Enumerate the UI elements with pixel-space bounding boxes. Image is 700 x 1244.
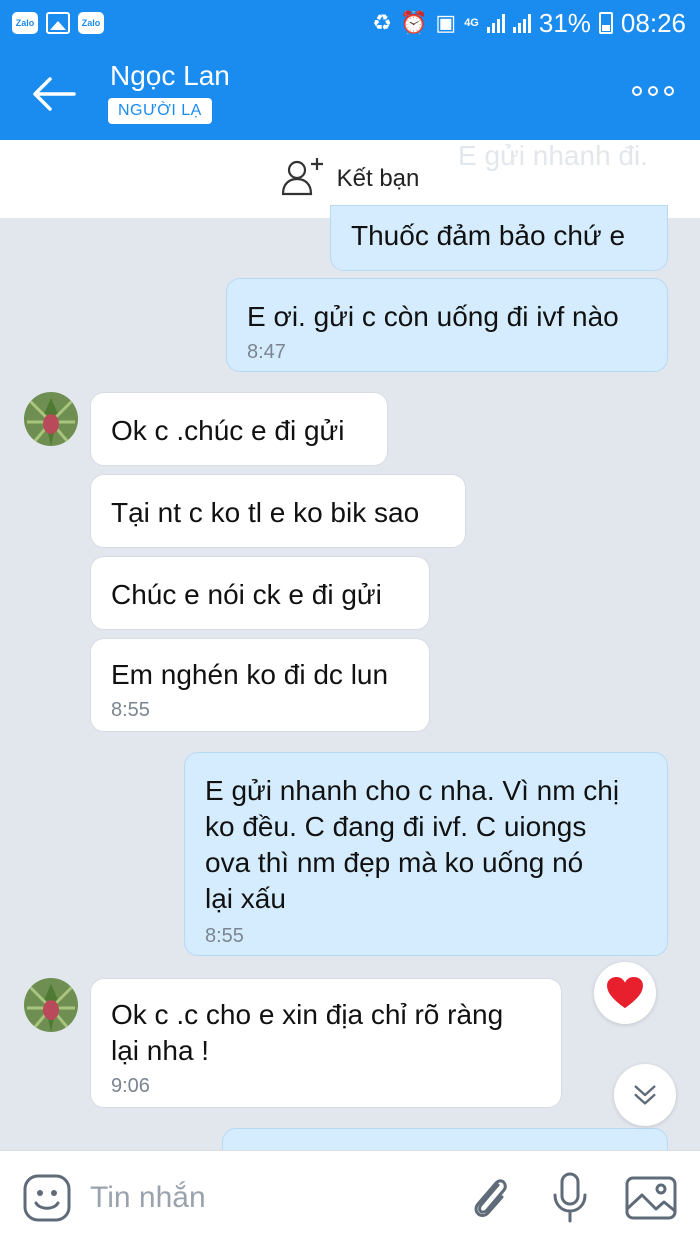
message-bubble-incoming[interactable]: Ok c .chúc e đi gửi <box>90 392 388 466</box>
message-text-line: ova thì nm đẹp mà ko uống nó <box>205 847 584 878</box>
clock: 08:26 <box>620 7 686 38</box>
battery-percent: 31% <box>538 7 591 38</box>
message-time: 8:47 <box>247 341 286 363</box>
add-friend-icon <box>281 156 325 203</box>
avatar[interactable] <box>24 978 78 1032</box>
message-bubble-incoming[interactable]: Tại nt c ko tl e ko bik sao <box>90 474 466 548</box>
image-icon[interactable] <box>624 1175 678 1221</box>
network-type: 4G <box>464 16 479 29</box>
recycle-icon: ♻ <box>372 10 392 35</box>
status-bar: Zalo Zalo ♻ ⏰ ▣ 4G 31% 08:26 <box>0 0 700 46</box>
more-options-icon[interactable] <box>632 86 674 96</box>
chat-header: Ngọc Lan NGƯỜI LẠ <box>0 46 700 140</box>
message-text-line: E gửi nhanh cho c nha. Vì nm chị <box>205 775 620 806</box>
heart-icon[interactable] <box>594 962 656 1024</box>
message-bubble-incoming[interactable]: Em nghén ko đi dc lun 8:55 <box>90 638 430 732</box>
message-text: Em nghén ko đi dc lun <box>111 659 389 690</box>
image-notification-icon <box>46 12 70 34</box>
signal-icon <box>486 13 505 33</box>
zalo-notification-icon: Zalo <box>12 12 38 34</box>
emoji-icon[interactable] <box>22 1173 72 1223</box>
zalo-notification-icon: Zalo <box>78 12 104 34</box>
message-input-bar <box>0 1150 700 1244</box>
message-time: 8:55 <box>111 699 150 721</box>
ghost-message-text: E gửi nhanh đi. <box>458 140 648 171</box>
message-text: Thuốc đảm bảo chứ e <box>351 220 626 251</box>
alarm-icon: ⏰ <box>399 10 428 35</box>
contact-name[interactable]: Ngọc Lan <box>110 60 230 92</box>
message-bubble-incoming[interactable]: Ok c .c cho e xin địa chỉ rõ ràng lại nh… <box>90 978 562 1108</box>
message-bubble-incoming[interactable]: Chúc e nói ck e đi gửi <box>90 556 430 630</box>
message-text-line: lại nha ! <box>111 1035 210 1066</box>
message-text-line: Ok c .c cho e xin địa chỉ rõ ràng <box>111 999 504 1030</box>
message-input[interactable] <box>90 1175 430 1221</box>
message-bubble-outgoing[interactable]: E ơi. gửi c còn uống đi ivf nào 8:47 <box>226 278 668 372</box>
stranger-badge: NGƯỜI LẠ <box>108 98 212 124</box>
add-friend-label: Kết bạn <box>336 165 420 192</box>
sim-icon: ▣ <box>435 10 457 35</box>
back-arrow-icon[interactable] <box>30 74 76 114</box>
message-bubble-outgoing[interactable]: E gửi nhanh cho c nha. Vì nm chị ko đều.… <box>184 752 668 956</box>
avatar[interactable] <box>24 392 78 446</box>
message-text: Ok c .chúc e đi gửi <box>111 415 345 446</box>
message-text-line: lại xấu <box>205 883 286 914</box>
message-bubble-outgoing[interactable]: Thuốc đảm bảo chứ e <box>330 205 668 271</box>
message-time: 8:55 <box>205 925 244 947</box>
signal-icon <box>512 13 531 33</box>
paperclip-icon[interactable] <box>466 1173 512 1223</box>
message-text: Tại nt c ko tl e ko bik sao <box>111 497 420 528</box>
message-text: Chúc e nói ck e đi gửi <box>111 579 382 610</box>
message-text: E ơi. gửi c còn uống đi ivf nào <box>247 301 619 332</box>
microphone-icon[interactable] <box>550 1171 590 1225</box>
battery-icon <box>598 12 613 34</box>
message-time: 9:06 <box>111 1075 150 1097</box>
chevron-double-down-icon[interactable] <box>614 1064 676 1126</box>
message-text-line: ko đều. C đang đi ivf. C uiongs <box>205 811 587 842</box>
